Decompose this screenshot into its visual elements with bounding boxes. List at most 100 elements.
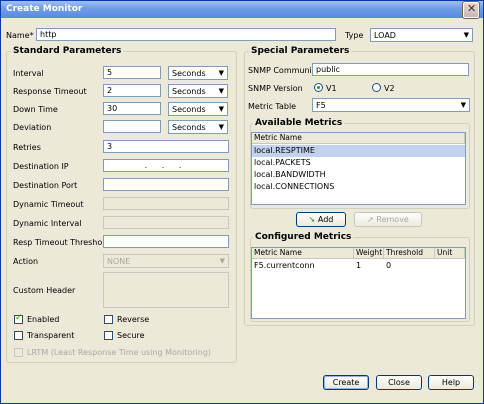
name-label: Name* [6, 31, 34, 40]
chevron-down-icon: ▼ [460, 101, 466, 109]
deviation-unit-value: Seconds [172, 123, 206, 132]
snmp-v1-radio[interactable] [314, 83, 323, 92]
create-button[interactable]: Create [323, 375, 369, 390]
window-close-button[interactable]: ✕ [463, 2, 479, 18]
snmp-v2-label: V2 [384, 84, 395, 93]
snmp-v2-radio[interactable] [372, 83, 381, 92]
chevron-down-icon: ▼ [218, 123, 224, 131]
secure-label: Secure [117, 331, 145, 340]
transparent-label: Transparent [27, 331, 75, 340]
configured-col-weight[interactable]: Weight [354, 248, 384, 259]
deviation-label: Deviation [13, 123, 52, 132]
response-timeout-label: Response Timeout [13, 87, 87, 96]
available-metrics-table: Metric Name local.RESPTIME local.PACKETS… [251, 132, 466, 205]
response-timeout-unit-value: Seconds [172, 87, 206, 96]
action-value: NONE [107, 257, 131, 266]
transparent-checkbox[interactable] [14, 331, 23, 340]
dynamic-interval-label: Dynamic Interval [13, 219, 82, 228]
configured-col-threshold[interactable]: Threshold [384, 248, 435, 259]
destination-ip-input[interactable]: . . . [103, 159, 229, 172]
destination-ip-label: Destination IP [13, 162, 69, 171]
configured-metric-weight: 1 [356, 261, 362, 270]
chevron-down-icon: ▼ [218, 87, 224, 95]
down-time-unit-value: Seconds [172, 105, 206, 114]
metric-table-value: F5 [316, 101, 326, 110]
metric-table-select[interactable]: F5 ▼ [312, 98, 470, 112]
available-metric-row[interactable]: local.RESPTIME [252, 145, 465, 157]
snmp-community-label: SNMP Community [248, 66, 320, 75]
lrtm-checkbox[interactable] [14, 348, 23, 357]
destination-port-label: Destination Port [13, 181, 78, 190]
deviation-unit-select[interactable]: Seconds ▼ [168, 120, 228, 134]
available-metrics-title: Available Metrics [253, 118, 345, 128]
special-parameters-title: Special Parameters [249, 46, 352, 56]
chevron-down-icon: ▼ [463, 31, 469, 39]
name-input[interactable]: http [36, 28, 336, 41]
configured-metric-threshold: 0 [386, 261, 392, 270]
available-metric-row[interactable]: local.BANDWIDTH [252, 169, 465, 181]
check-icon: ✓ [15, 313, 23, 323]
dynamic-interval-input[interactable] [103, 216, 229, 229]
enabled-label: Enabled [27, 315, 60, 324]
down-time-label: Down Time [13, 105, 58, 114]
add-button-label: Add [317, 215, 334, 224]
window-title: Create Monitor [6, 4, 83, 14]
dynamic-timeout-label: Dynamic Timeout [13, 200, 84, 209]
deviation-input[interactable] [103, 120, 161, 133]
action-select[interactable]: NONE ▼ [103, 254, 229, 268]
interval-input[interactable]: 5 [103, 66, 161, 79]
type-label: Type [345, 31, 364, 40]
remove-button-label: Remove [376, 215, 409, 224]
resp-timeout-threshold-input[interactable] [103, 235, 229, 248]
retries-input[interactable]: 3 [103, 140, 229, 153]
create-monitor-dialog: Create Monitor ✕ Name* http Type LOAD ▼ … [0, 0, 484, 404]
enabled-checkbox[interactable]: ✓ [14, 313, 23, 324]
retries-label: Retries [13, 143, 41, 152]
remove-button[interactable]: ➚ Remove [354, 212, 422, 227]
configured-col-unit[interactable]: Unit [435, 248, 465, 259]
configured-metric-row[interactable]: F5.currentconn 1 0 [252, 260, 465, 272]
add-arrow-icon: ➘ [308, 215, 316, 224]
close-icon: ✕ [467, 2, 477, 15]
type-select[interactable]: LOAD ▼ [370, 28, 473, 42]
snmp-v1-label: V1 [326, 84, 337, 93]
configured-col-metric-name[interactable]: Metric Name [252, 248, 354, 259]
chevron-down-icon: ▼ [219, 257, 225, 265]
standard-parameters-title: Standard Parameters [11, 46, 124, 56]
dynamic-timeout-input[interactable] [103, 197, 229, 210]
reverse-label: Reverse [117, 315, 150, 324]
secure-checkbox[interactable] [104, 331, 113, 340]
snmp-version-label: SNMP Version [248, 84, 303, 93]
configured-metrics-title: Configured Metrics [253, 232, 354, 242]
configured-metric-name: F5.currentconn [254, 261, 315, 270]
available-metric-row[interactable]: local.PACKETS [252, 157, 465, 169]
interval-unit-select[interactable]: Seconds ▼ [168, 66, 228, 80]
lrtm-label: LRTM (Least Response Time using Monitori… [27, 348, 212, 357]
chevron-down-icon: ▼ [218, 105, 224, 113]
action-label: Action [13, 257, 39, 266]
reverse-checkbox[interactable] [104, 315, 113, 324]
close-button[interactable]: Close [376, 375, 422, 390]
interval-label: Interval [13, 69, 44, 78]
interval-unit-value: Seconds [172, 69, 206, 78]
title-bar[interactable]: Create Monitor ✕ [1, 1, 483, 18]
chevron-down-icon: ▼ [218, 69, 224, 77]
response-timeout-unit-select[interactable]: Seconds ▼ [168, 84, 228, 98]
resp-timeout-threshold-label: Resp Timeout Threshold [13, 238, 110, 247]
available-metric-row[interactable]: local.CONNECTIONS [252, 181, 465, 193]
radio-selected-dot [317, 86, 320, 89]
metric-table-label: Metric Table [248, 102, 297, 111]
response-timeout-input[interactable]: 2 [103, 84, 161, 97]
remove-arrow-icon: ➚ [367, 215, 374, 224]
snmp-community-input[interactable]: public [312, 63, 469, 76]
down-time-input[interactable]: 30 [103, 102, 161, 115]
destination-port-input[interactable] [103, 178, 229, 191]
custom-header-label: Custom Header [13, 286, 76, 295]
help-button[interactable]: Help [428, 375, 474, 390]
configured-metrics-table: Metric Name Weight Threshold Unit F5.cur… [251, 247, 466, 319]
available-metrics-header[interactable]: Metric Name [252, 133, 465, 144]
add-button[interactable]: ➘ Add [296, 212, 346, 227]
type-value: LOAD [374, 31, 396, 40]
custom-header-input[interactable] [103, 272, 229, 308]
down-time-unit-select[interactable]: Seconds ▼ [168, 102, 228, 116]
